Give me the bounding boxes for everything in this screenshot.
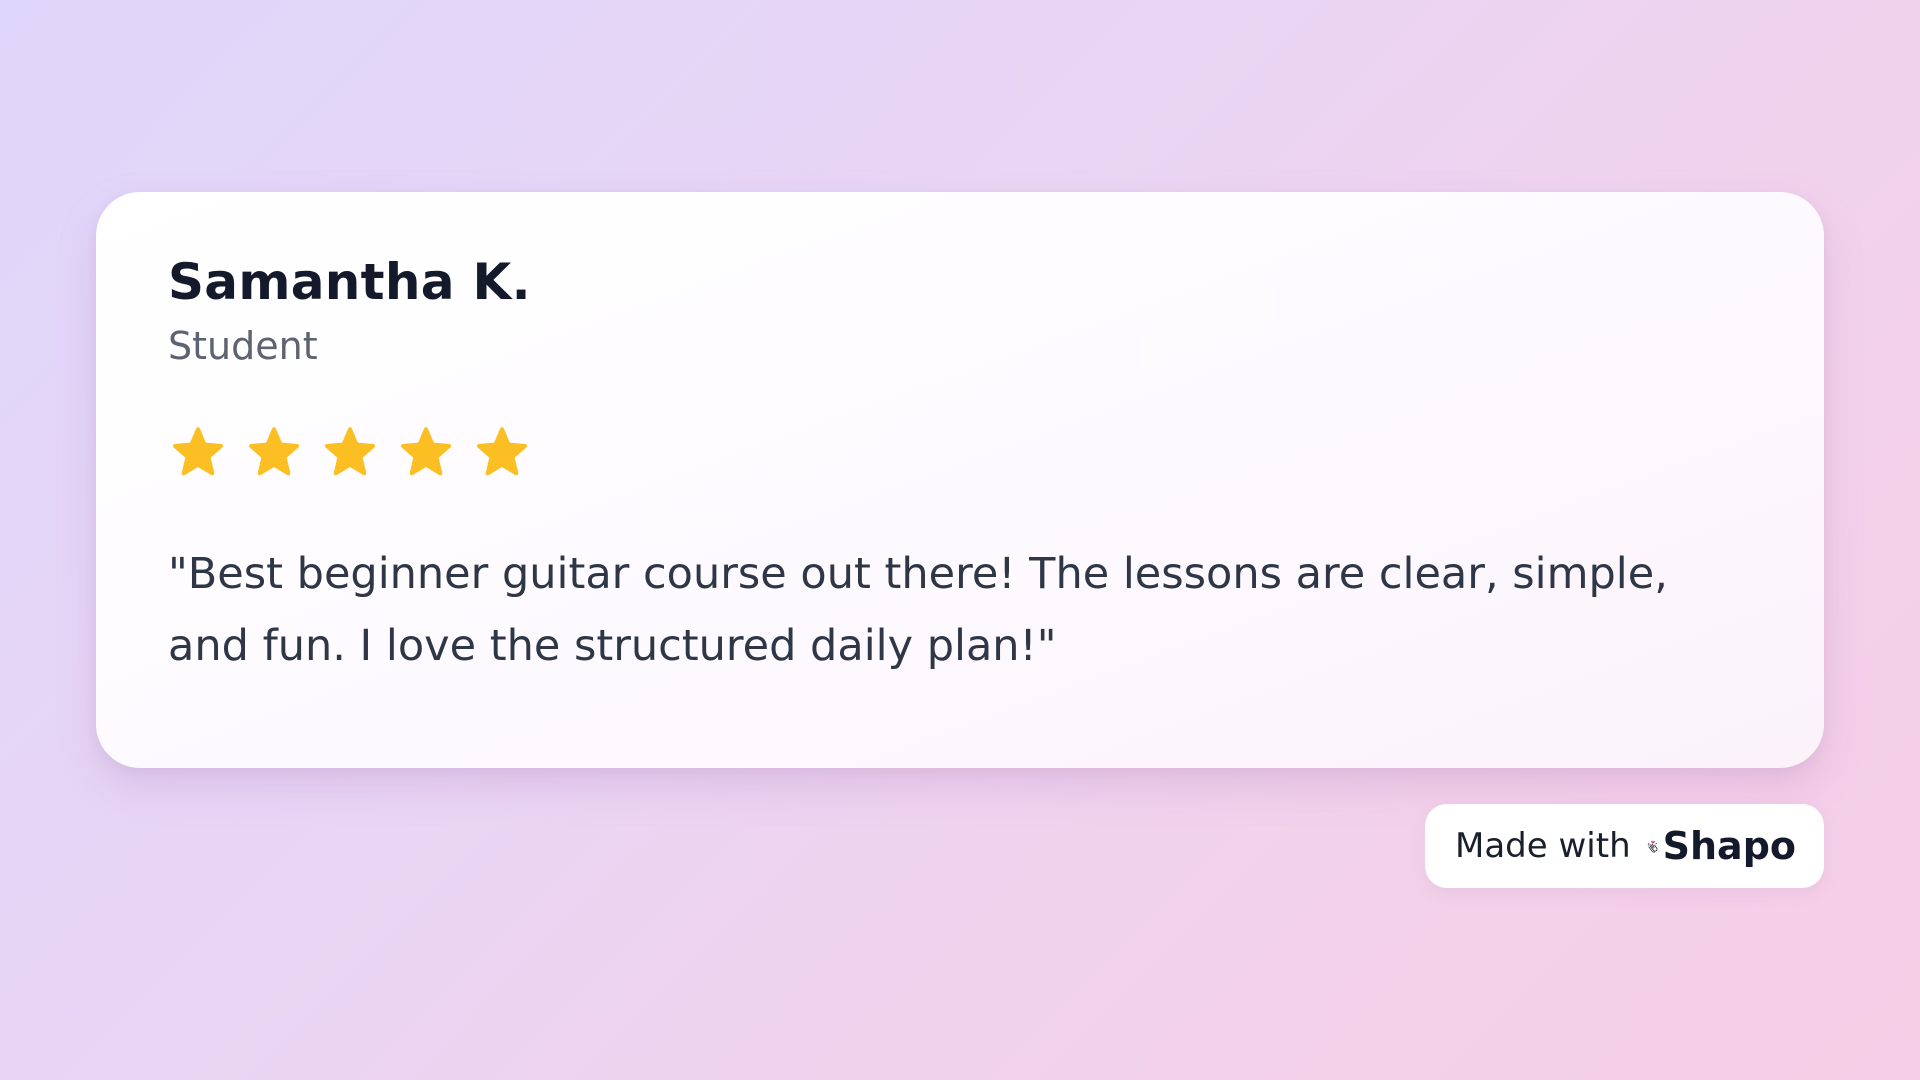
badge-brand: Shapo — [1662, 824, 1796, 868]
star-icon — [168, 423, 228, 483]
testimonial-card: Samantha K. Student "Best beginner guita… — [96, 192, 1824, 768]
star-icon — [396, 423, 456, 483]
star-icon — [320, 423, 380, 483]
star-icon — [472, 423, 532, 483]
star-rating — [168, 420, 1752, 486]
clapping-hands-heart-icon — [1647, 840, 1658, 853]
review-text: "Best beginner guitar course out there! … — [168, 548, 1668, 671]
author-name: Samantha K. — [168, 253, 531, 311]
star-icon — [244, 423, 304, 483]
author-role: Student — [168, 324, 318, 368]
badge-prefix: Made with — [1455, 826, 1631, 866]
made-with-shapo-badge[interactable]: Made with Shapo — [1425, 804, 1824, 888]
